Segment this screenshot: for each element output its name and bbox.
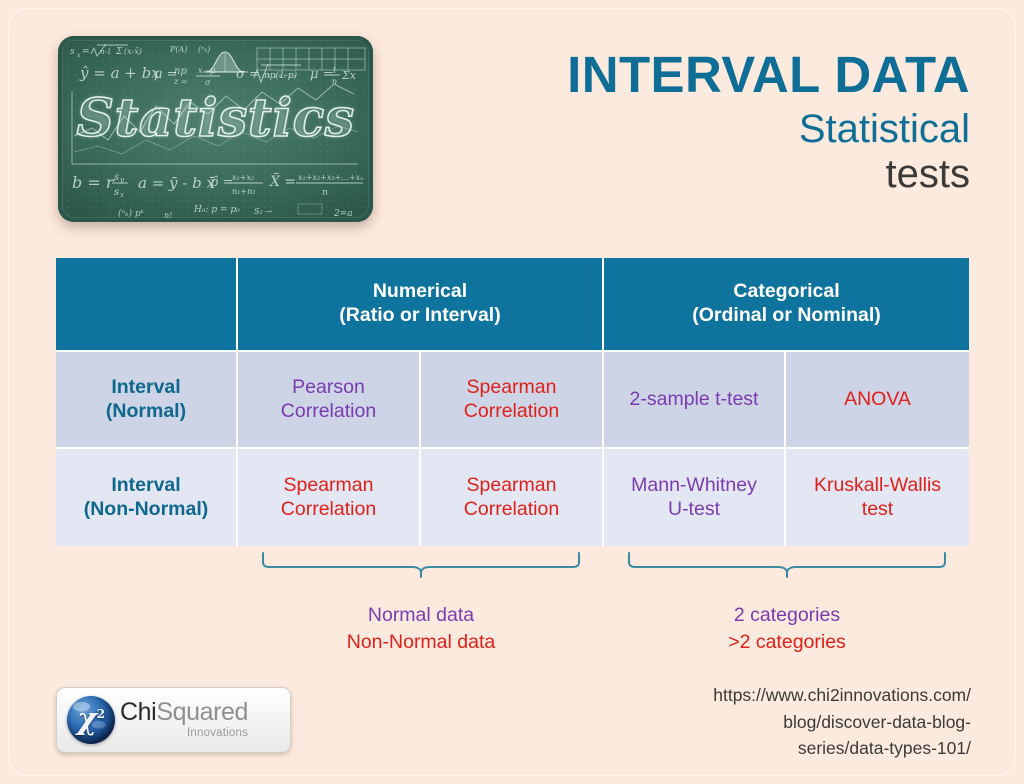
svg-text:(ⁿₖ) pᵏ: (ⁿₖ) pᵏ bbox=[118, 208, 145, 219]
svg-text:s: s bbox=[114, 187, 119, 198]
row-label-line2: (Non-Normal) bbox=[83, 497, 209, 520]
row-label-line2: (Normal) bbox=[105, 399, 187, 422]
svg-text:p̂ =: p̂ = bbox=[210, 175, 233, 190]
chalkboard-formulas-bottom: b = r s y s x a = ȳ - b x̄ p̂ = x₁+x₂ n₁… bbox=[72, 172, 363, 220]
cell-line1: Spearman bbox=[466, 473, 557, 496]
title-block: INTERVAL DATA Statistical tests bbox=[410, 46, 970, 198]
chi-superscript: 2 bbox=[96, 706, 106, 721]
logo-text: ChiSquared Innovations bbox=[120, 700, 248, 740]
url-line2: blog/discover-data-blog- bbox=[783, 711, 971, 732]
cell-line2: Correlation bbox=[463, 399, 560, 422]
cell-normal-pearson: Pearson Correlation bbox=[238, 352, 421, 449]
table-row: Interval (Normal) Pearson Correlation Sp… bbox=[56, 352, 970, 449]
chalkboard-image: s x = n-1 Σ (x-x̄) P(A) (ⁿₖ) -3 -2 -1 0 … bbox=[58, 36, 373, 222]
cell-line1: Kruskall-Wallis bbox=[813, 473, 942, 496]
header-numerical: Numerical (Ratio or Interval) bbox=[238, 258, 604, 352]
cell-nonnormal-spearman-1: Spearman Correlation bbox=[238, 449, 421, 546]
row-label-interval-normal: Interval (Normal) bbox=[56, 352, 238, 449]
cell-nonnormal-mannwhitney: Mann-Whitney U-test bbox=[604, 449, 786, 546]
cell-line1: ANOVA bbox=[844, 387, 911, 410]
header-numerical-line2: (Ratio or Interval) bbox=[339, 304, 501, 326]
chisquared-innovations-logo[interactable]: χ2 ChiSquared Innovations bbox=[56, 687, 291, 753]
svg-text:x₁+x₂: x₁+x₂ bbox=[232, 173, 254, 182]
cell-line2: Correlation bbox=[280, 399, 377, 422]
header-categorical: Categorical (Ordinal or Nominal) bbox=[604, 258, 970, 352]
url-line1: https://www.chi2innovations.com/ bbox=[713, 685, 971, 705]
bracket-categorical bbox=[626, 552, 948, 578]
cell-line2: Correlation bbox=[280, 497, 377, 520]
svg-text:b = r: b = r bbox=[72, 173, 115, 192]
svg-text:H₀: p = p₀: H₀: p = p₀ bbox=[193, 205, 240, 215]
cell-line1: 2-sample t-test bbox=[629, 387, 759, 410]
cell-line1: Pearson bbox=[292, 375, 365, 398]
header-categorical-line2: (Ordinal or Nominal) bbox=[692, 304, 881, 326]
svg-text:S₂ →: S₂ → bbox=[254, 207, 272, 216]
logo-name-part2: Squared bbox=[156, 698, 249, 727]
chi-glyph: χ bbox=[76, 701, 97, 737]
cell-normal-anova: ANOVA bbox=[786, 352, 970, 449]
cell-normal-spearman: Spearman Correlation bbox=[421, 352, 604, 449]
header-categorical-line1: Categorical bbox=[733, 280, 840, 303]
logo-tagline: Innovations bbox=[187, 727, 249, 740]
cell-nonnormal-spearman-2: Spearman Correlation bbox=[421, 449, 604, 546]
cell-line1: Mann-Whitney bbox=[631, 473, 757, 496]
caption-numerical: Normal data Non-Normal data bbox=[260, 602, 582, 655]
statistical-tests-table: Numerical (Ratio or Interval) Categorica… bbox=[56, 258, 970, 546]
page-subtitle-tests: tests bbox=[885, 152, 970, 197]
chi-symbol: χ2 bbox=[67, 702, 115, 737]
svg-text:x: x bbox=[120, 191, 124, 199]
svg-text:n₁+n₂: n₁+n₂ bbox=[232, 187, 255, 196]
infographic-page: s x = n-1 Σ (x-x̄) P(A) (ⁿₖ) -3 -2 -1 0 … bbox=[0, 0, 1024, 784]
row-label-line1: Interval bbox=[111, 375, 181, 398]
page-subtitle-statistical: Statistical bbox=[798, 107, 970, 152]
cell-normal-ttest: 2-sample t-test bbox=[604, 352, 786, 449]
page-title: INTERVAL DATA bbox=[567, 46, 970, 103]
table-row: Interval (Non-Normal) Spearman Correlati… bbox=[56, 449, 970, 546]
bracket-numerical bbox=[260, 552, 582, 578]
caption-right-line2: >2 categories bbox=[728, 630, 846, 653]
cell-line2: test bbox=[861, 497, 894, 520]
svg-text:s: s bbox=[114, 172, 119, 183]
row-label-line1: Interval bbox=[111, 473, 181, 496]
cell-nonnormal-kruskall: Kruskall-Wallis test bbox=[786, 449, 970, 546]
logo-name: ChiSquared bbox=[120, 700, 248, 725]
url-line3: series/data-types-101/ bbox=[797, 738, 971, 759]
cell-line1: Spearman bbox=[283, 473, 374, 496]
svg-text:2=a: 2=a bbox=[333, 209, 353, 219]
cell-line2: Correlation bbox=[463, 497, 560, 520]
row-label-interval-nonnormal: Interval (Non-Normal) bbox=[56, 449, 238, 546]
svg-text:x₁+x₂+x₃+...+xₙ: x₁+x₂+x₃+...+xₙ bbox=[298, 173, 363, 182]
header-numerical-line1: Numerical bbox=[372, 280, 468, 303]
cell-line1: Spearman bbox=[466, 375, 557, 398]
svg-text:X̄ =: X̄ = bbox=[269, 172, 296, 190]
svg-text:n: n bbox=[322, 188, 328, 198]
cell-line2: U-test bbox=[667, 497, 720, 520]
caption-categorical: 2 categories >2 categories bbox=[626, 602, 948, 655]
logo-name-part1: Chi bbox=[120, 698, 157, 727]
caption-left-line1: Normal data bbox=[367, 604, 475, 626]
table-header-row: Numerical (Ratio or Interval) Categorica… bbox=[56, 258, 970, 352]
caption-right-line1: 2 categories bbox=[733, 604, 841, 626]
caption-left-line2: Non-Normal data bbox=[346, 630, 496, 653]
chi-squared-globe-icon: χ2 bbox=[67, 696, 115, 744]
svg-text:n!: n! bbox=[164, 211, 172, 220]
header-blank-cell bbox=[56, 258, 238, 352]
svg-text:a = ȳ - b x̄: a = ȳ - b x̄ bbox=[138, 174, 215, 192]
source-url[interactable]: https://www.chi2innovations.com/ blog/di… bbox=[641, 682, 971, 762]
